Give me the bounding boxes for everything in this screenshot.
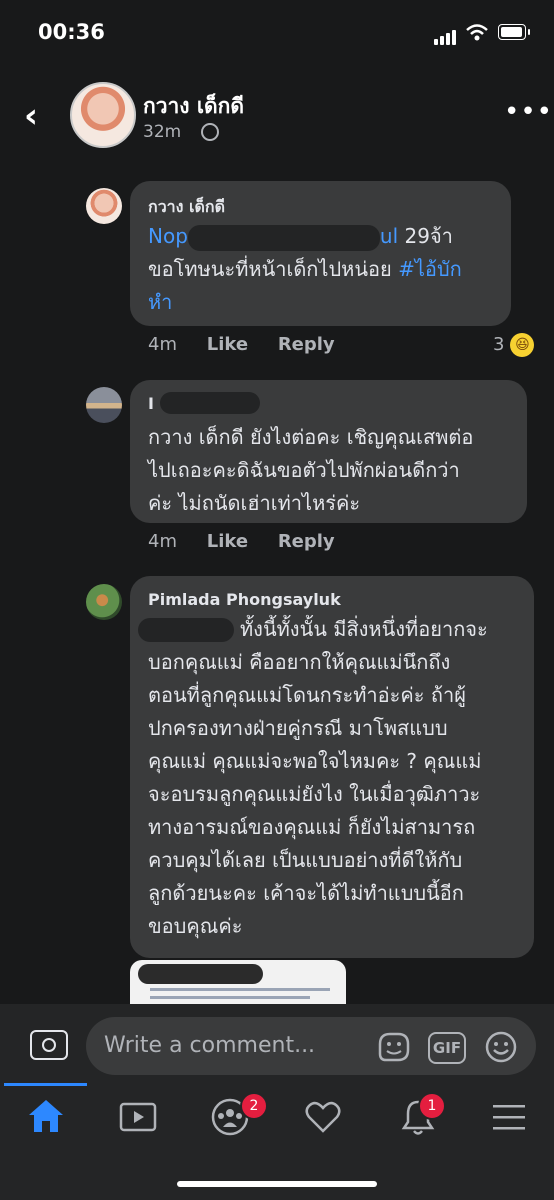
comment-meta: 4m Like Reply — [148, 531, 335, 552]
comment-text-line: ลูกด้วยนะคะ เค้าจะได้ไม่ทำแบบนี้อีก — [148, 881, 464, 905]
cellular-signal-icon — [434, 26, 458, 45]
home-icon[interactable] — [26, 1097, 66, 1135]
attached-image[interactable] — [130, 960, 346, 1010]
groups-badge: 2 — [240, 1092, 268, 1120]
mention-link[interactable]: Nop — [148, 224, 188, 248]
comment-time: 4m — [148, 334, 177, 355]
comment-text-line: ปกครองทางฝ่ายคู่กรณี มาโพสแบบ — [148, 716, 448, 740]
reply-button[interactable]: Reply — [278, 334, 335, 355]
watch-icon[interactable] — [118, 1100, 158, 1134]
comment-text-line: ขอโทษนะที่หน้าเด็กไปหน่อย — [148, 257, 392, 281]
post-author-name[interactable]: กวาง เด็กดี — [143, 90, 244, 123]
status-time: 00:36 — [38, 20, 105, 44]
comment-text: กวาง เด็กดี ยังไงต่อคะ เชิญคุณเสพต่อ ไปเ… — [148, 421, 518, 520]
comment-author[interactable]: กวาง เด็กดี — [148, 195, 225, 220]
reaction-count: 3 — [493, 334, 505, 355]
menu-icon[interactable] — [492, 1104, 526, 1130]
comment-text-line: จะอบรมลูกคุณแม่ยังไง ในเมื่อวุฒิภาวะ — [148, 782, 481, 806]
comment-text-line: ทั้งนี้ทั้งนั้น มีสิ่งหนึ่งที่อยากจะ — [240, 617, 488, 641]
redaction — [187, 224, 380, 251]
comment-time: 4m — [148, 531, 177, 552]
avatar[interactable] — [86, 387, 122, 423]
sticker-icon[interactable] — [376, 1030, 412, 1064]
comment-text-line: คุณแม่ คุณแม่จะพอใจไหมคะ ? คุณแม่ — [148, 749, 482, 773]
redaction — [160, 392, 260, 414]
home-indicator — [177, 1181, 377, 1187]
hashtag-link-cont[interactable]: หำ — [148, 290, 172, 314]
image-text-line — [150, 988, 330, 991]
comment-text-line: ตอนที่ลูกคุณแม่โดนกระทำอ่ะค่ะ ถ้าผู้ — [148, 683, 466, 707]
comment-text-line: ทางอารมณ์ของคุณแม่ ก็ยังไม่สามารถ — [148, 815, 476, 839]
battery-icon — [498, 24, 530, 40]
globe-icon — [201, 123, 219, 141]
comment-text-line: กวาง เด็กดี ยังไงต่อคะ เชิญคุณเสพต่อ — [148, 425, 474, 449]
active-tab-indicator — [4, 1083, 87, 1086]
image-text-line — [150, 996, 310, 999]
haha-reaction-icon: 😆 — [510, 333, 535, 357]
comment-input-placeholder: Write a comment... — [104, 1033, 316, 1058]
gif-icon[interactable]: GIF — [428, 1032, 466, 1064]
comment-text-line: บอกคุณแม่ คืออยากให้คุณแม่นึกถึง — [148, 650, 451, 674]
back-icon[interactable]: ‹ — [24, 96, 38, 136]
comment-text-line: ควบคุมได้เลย เป็นแบบอย่างที่ดีให้กับ — [148, 848, 463, 872]
notifications-badge: 1 — [418, 1092, 446, 1120]
avatar[interactable] — [86, 584, 122, 620]
redaction — [138, 964, 263, 984]
post-time: 32m — [143, 122, 182, 142]
wifi-icon — [466, 24, 488, 41]
dating-icon[interactable] — [305, 1100, 341, 1134]
comment-text: Nop ul 29จ้า ขอโทษนะที่หน้าเด็กไปหน่อย #ไ… — [148, 220, 503, 319]
reaction-summary[interactable]: 3 😆 — [493, 333, 535, 357]
hashtag-link[interactable]: #ไอ้บัก — [398, 257, 462, 281]
comment-text-part: 29จ้า — [398, 224, 453, 248]
emoji-icon[interactable] — [484, 1030, 518, 1064]
more-icon[interactable]: ••• — [504, 97, 553, 127]
avatar[interactable] — [70, 82, 136, 148]
reply-button[interactable]: Reply — [278, 531, 335, 552]
like-button[interactable]: Like — [207, 334, 248, 355]
comment-author[interactable]: Pimlada Phongsayluk — [148, 590, 341, 609]
like-button[interactable]: Like — [207, 531, 248, 552]
camera-icon[interactable] — [30, 1030, 68, 1060]
comment-text-line: ค่ะ ไม่ถนัดเฮ่าเท่าไหร่ค่ะ — [148, 491, 361, 515]
mention-link-suffix[interactable]: ul — [380, 224, 398, 248]
avatar[interactable] — [86, 188, 122, 224]
comment-meta: 4m Like Reply — [148, 334, 335, 355]
comment-author[interactable]: I — [148, 394, 154, 413]
comment-text-line: ไปเถอะคะดิฉันขอตัวไปพักผ่อนดีกว่า — [148, 458, 460, 482]
comment-text-line: ขอบคุณค่ะ — [148, 914, 243, 938]
comment-text: ทั้งนี้ทั้งนั้น มีสิ่งหนึ่งที่อยากจะ บอก… — [148, 613, 528, 943]
